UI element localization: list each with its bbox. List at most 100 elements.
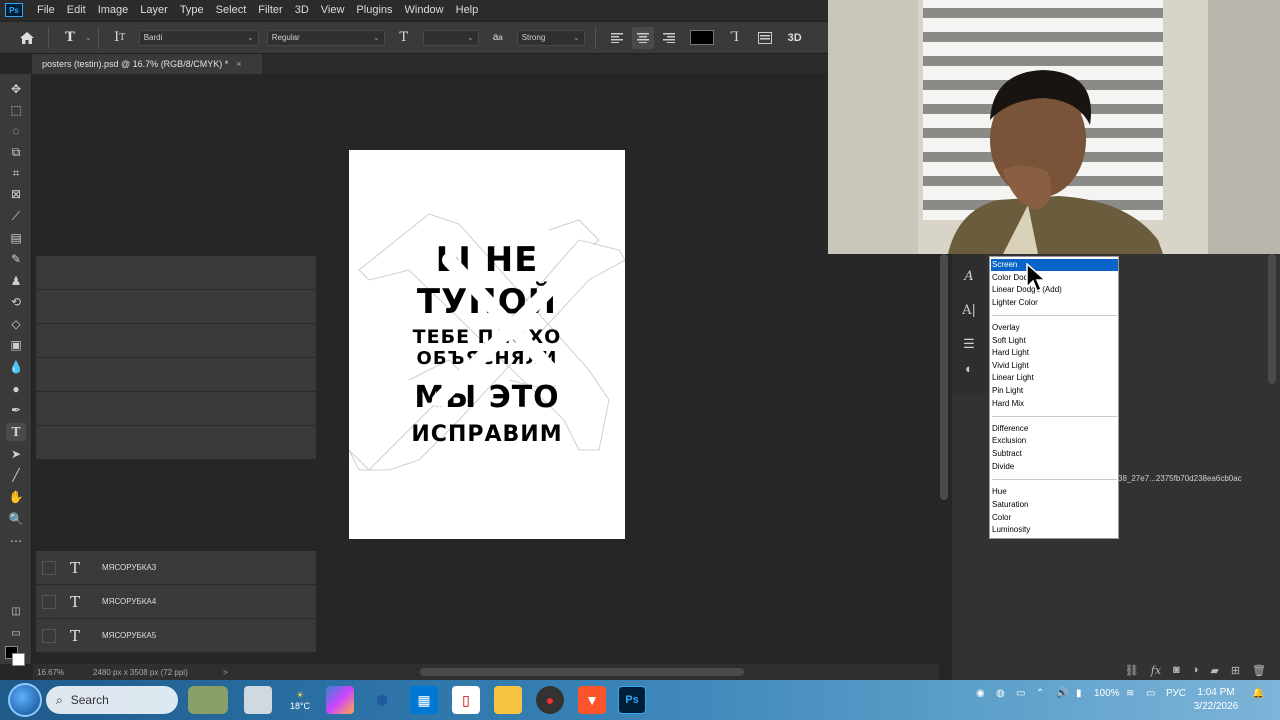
adjustment-layer-icon[interactable]: ◑: [1192, 664, 1199, 676]
notifications-icon[interactable]: 🔔: [1252, 688, 1264, 699]
character-panel-icon[interactable]: A: [959, 266, 979, 286]
font-size-dropdown[interactable]: ⌄: [422, 29, 479, 46]
language-indicator[interactable]: РУС: [1166, 688, 1186, 699]
close-icon[interactable]: ×: [236, 59, 241, 69]
document-tab[interactable]: posters (testin).psd @ 16.7% (RGB/8/CMYK…: [32, 54, 262, 74]
blend-mode-option[interactable]: Saturation: [991, 499, 1118, 511]
photoshop-taskbar-icon[interactable]: Ps: [618, 686, 646, 714]
layers-scrollbar[interactable]: [1268, 254, 1276, 384]
blend-mode-option[interactable]: Hard Mix: [991, 398, 1118, 410]
obs-icon[interactable]: ●: [536, 686, 564, 714]
type-tool-preset-icon[interactable]: T: [59, 27, 81, 49]
menu-select[interactable]: Select: [210, 0, 253, 20]
align-right-icon[interactable]: [658, 27, 680, 49]
chevron-down-icon[interactable]: ⌄: [85, 33, 92, 42]
store-icon[interactable]: ▦: [410, 686, 438, 714]
blend-mode-option[interactable]: Subtract: [991, 448, 1118, 460]
new-group-icon[interactable]: ▰: [1210, 664, 1218, 677]
document-canvas[interactable]: Ы НЕ ТУПОЙ ТЕБЕ ПЛОХО ОБЪЯСНЯЛИ МЫ ЭТО И…: [349, 150, 625, 539]
blend-mode-option[interactable]: Screen: [991, 259, 1118, 271]
properties-icon[interactable]: ◐: [959, 358, 979, 378]
more-tools-icon[interactable]: ⋯: [6, 532, 26, 550]
paragraph-panel-icon[interactable]: A|: [959, 300, 979, 320]
home-icon[interactable]: [16, 27, 38, 49]
menu-window[interactable]: Window: [399, 0, 450, 20]
status-menu-arrow[interactable]: >: [223, 668, 243, 677]
zoom-level[interactable]: 16.67%: [33, 668, 93, 677]
tray-icon[interactable]: ▭: [1016, 688, 1025, 699]
menu-view[interactable]: View: [315, 0, 351, 20]
delete-layer-icon[interactable]: 🗑: [1252, 664, 1266, 677]
visibility-toggle[interactable]: [42, 560, 56, 575]
blend-mode-option[interactable]: Luminosity: [991, 524, 1118, 536]
visibility-toggle[interactable]: [42, 594, 56, 609]
battery-icon[interactable]: ▮: [1076, 688, 1082, 699]
blend-mode-option[interactable]: Divide: [991, 461, 1118, 473]
brave-browser-icon[interactable]: ▼: [578, 686, 606, 714]
menu-filter[interactable]: Filter: [252, 0, 288, 20]
system-clock[interactable]: 1:04 PM 3/22/2026: [1186, 686, 1246, 714]
tray-icon[interactable]: ◍: [996, 688, 1005, 699]
type-tool-icon[interactable]: T: [6, 423, 26, 441]
history-brush-tool-icon[interactable]: ⟲: [6, 293, 26, 311]
character-panel-icon[interactable]: [754, 27, 776, 49]
adjustments-icon[interactable]: ☰: [959, 334, 979, 354]
wifi-icon[interactable]: ≋: [1126, 688, 1134, 699]
quick-mask-icon[interactable]: ◫: [6, 602, 26, 620]
screen-mode-icon[interactable]: ▭: [6, 624, 26, 642]
dodge-tool-icon[interactable]: ●: [6, 380, 26, 398]
layer-row[interactable]: T МЯСОРУБКА5: [36, 619, 316, 653]
menu-help[interactable]: Help: [450, 0, 485, 20]
tray-icon[interactable]: ◉: [976, 688, 985, 699]
new-layer-icon[interactable]: ⊞: [1231, 664, 1240, 677]
file-explorer-icon[interactable]: [494, 686, 522, 714]
blend-mode-option[interactable]: Vivid Light: [991, 360, 1118, 372]
align-left-icon[interactable]: [606, 27, 628, 49]
marquee-tool-icon[interactable]: ⬚: [6, 101, 26, 119]
crop-tool-icon[interactable]: ⌗: [6, 164, 26, 182]
blend-mode-option[interactable]: Difference: [991, 423, 1118, 435]
3d-button[interactable]: 3D: [784, 27, 806, 49]
chevron-up-icon[interactable]: ⌃: [1036, 688, 1044, 699]
layer-row[interactable]: [36, 290, 316, 324]
blend-mode-option[interactable]: Hard Light: [991, 347, 1118, 359]
menu-3d[interactable]: 3D: [289, 0, 315, 20]
blend-mode-option[interactable]: Overlay: [991, 322, 1118, 334]
move-tool-icon[interactable]: ✥: [6, 80, 26, 98]
antialias-dropdown[interactable]: Strong ⌄: [516, 29, 585, 46]
blend-mode-option[interactable]: Hue: [991, 486, 1118, 498]
gradient-tool-icon[interactable]: ▣: [6, 336, 26, 354]
font-style-dropdown[interactable]: Regular ⌄: [266, 29, 385, 46]
blend-mode-option[interactable]: Pin Light: [991, 385, 1118, 397]
text-color-swatch[interactable]: [689, 30, 714, 45]
warp-text-icon[interactable]: Ꞁ: [724, 27, 746, 49]
blend-mode-option[interactable]: Soft Light: [991, 335, 1118, 347]
blend-mode-option[interactable]: Exclusion: [991, 435, 1118, 447]
hand-tool-icon[interactable]: ✋: [6, 488, 26, 506]
pen-tool-icon[interactable]: ✒: [6, 401, 26, 419]
object-selection-tool-icon[interactable]: ⧉: [6, 143, 26, 161]
blend-mode-option[interactable]: Linear Light: [991, 372, 1118, 384]
menu-file[interactable]: File: [31, 0, 61, 20]
menu-edit[interactable]: Edit: [61, 0, 92, 20]
path-selection-tool-icon[interactable]: ➤: [6, 445, 26, 463]
blend-mode-option[interactable]: Lighter Color: [991, 297, 1118, 309]
zoom-tool-icon[interactable]: 🔍: [6, 510, 26, 528]
horizontal-scrollbar[interactable]: [420, 668, 744, 676]
blur-tool-icon[interactable]: 💧: [6, 358, 26, 376]
eyedropper-tool-icon[interactable]: ⟋: [6, 207, 26, 225]
pdf-reader-icon[interactable]: ▯: [452, 686, 480, 714]
app-icon[interactable]: ⬢: [368, 686, 396, 714]
widgets-icon[interactable]: [188, 686, 228, 714]
layer-row[interactable]: [36, 324, 316, 358]
link-layers-icon[interactable]: ⛓: [1125, 664, 1139, 677]
menu-layer[interactable]: Layer: [134, 0, 174, 20]
line-tool-icon[interactable]: ╱: [6, 466, 26, 484]
weather-widget[interactable]: ☀ 18°C: [286, 686, 314, 714]
start-button[interactable]: [8, 683, 42, 717]
blend-mode-option[interactable]: Color: [991, 512, 1118, 524]
layer-row[interactable]: [36, 426, 316, 460]
background-color-swatch[interactable]: [12, 653, 25, 666]
blend-mode-option[interactable]: Color Dodge: [991, 272, 1118, 284]
layer-row[interactable]: T МЯСОРУБКА4: [36, 585, 316, 619]
